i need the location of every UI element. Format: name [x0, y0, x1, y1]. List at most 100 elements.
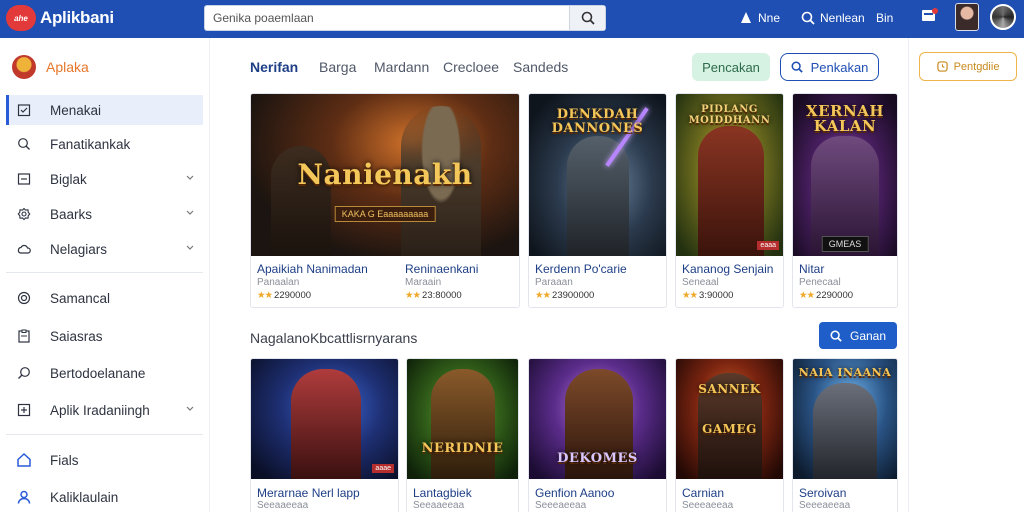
- orange-action-button[interactable]: Pentgdiie: [919, 52, 1017, 81]
- sidebar-item-menakai[interactable]: Menakai: [6, 95, 203, 125]
- sidebar: Aplaka Menakai Fanatikankak Biglak Baark…: [0, 38, 210, 512]
- game-art-title: XERNAH KALAN: [805, 102, 885, 135]
- game-art-badge: aaae: [372, 464, 394, 473]
- search-link-label: Nenlean: [820, 11, 865, 25]
- search-icon: [801, 11, 815, 25]
- tab-mardann[interactable]: Mardann: [374, 59, 429, 75]
- game-card[interactable]: DEKOMES Genfion Aanoo Seeeaeeaa: [528, 358, 667, 512]
- search-input[interactable]: [213, 9, 568, 27]
- sidebar-item-label: Aplik Iradaniingh: [50, 402, 150, 418]
- game-cover-art: XERNAH KALAN GMEAS: [793, 94, 897, 256]
- game-genre: Paraaan: [535, 277, 573, 288]
- game-art-badge: eaaa: [757, 241, 779, 250]
- game-genre: Panaalan: [257, 277, 300, 288]
- sidebar-item-baarks[interactable]: Baarks: [6, 199, 203, 229]
- game-title: Seroivan: [799, 486, 847, 500]
- tab-nerifan[interactable]: Nerifan: [250, 59, 298, 75]
- disc-icon: [16, 290, 32, 306]
- calendar-icon: [16, 102, 32, 118]
- home-icon: [16, 452, 32, 468]
- game-card[interactable]: aaae Merarnae Nerl lapp Seeaaeeaa: [250, 358, 399, 512]
- sidebar-item-label: Biglak: [50, 171, 87, 187]
- game-title: Lantagbiek: [413, 486, 472, 500]
- game-art-title: PIDLANG MOIDDHANN: [688, 104, 771, 126]
- game-title: Apaikiah Nanimadan: [257, 262, 368, 276]
- app-logo: ahe: [6, 5, 36, 31]
- sidebar-item-biglak[interactable]: Biglak: [6, 164, 203, 194]
- green-action-button[interactable]: Pencakan: [692, 53, 770, 81]
- game-cover-art: DENKDAH DANNONES: [529, 94, 666, 256]
- sidebar-item-label: Kaliklaulain: [50, 489, 119, 505]
- star-icon: ★★: [405, 290, 421, 301]
- game-art-title: SANNEK GAMEG: [698, 382, 761, 436]
- game-rating-value: 23:80000: [422, 290, 462, 301]
- game-art-title: NAIA INAANA: [798, 366, 892, 379]
- clock-icon: [936, 61, 948, 72]
- sidebar-item-samancal[interactable]: Samancal: [6, 283, 203, 313]
- game-genre: Seneaal: [682, 277, 719, 288]
- game-cover-art: Nanienakh KAKA G Eaaaaaaaaa: [251, 94, 519, 256]
- sidebar-header[interactable]: Aplaka: [12, 54, 89, 80]
- game-rating: ★★ 23900000: [535, 290, 594, 301]
- sidebar-item-label: Baarks: [50, 206, 93, 222]
- game-title: Merarnae Nerl lapp: [257, 486, 360, 500]
- game-card[interactable]: DENKDAH DANNONES Kerdenn Po'carie Paraaa…: [528, 93, 667, 308]
- tab-crecloee[interactable]: Crecloee: [443, 59, 499, 75]
- user-menu[interactable]: Nne: [739, 8, 780, 28]
- star-icon: ★★: [799, 290, 815, 301]
- sidebar-item-aplik-iradaniingh[interactable]: Aplik Iradaniingh: [6, 395, 203, 425]
- search-button[interactable]: [569, 6, 605, 30]
- tab-sandeds[interactable]: Sandeds: [513, 59, 568, 75]
- game-card[interactable]: Nanienakh KAKA G Eaaaaaaaaa Apaikiah Nan…: [250, 93, 520, 308]
- game-title: Genfion Aanoo: [535, 486, 615, 500]
- section-search-button[interactable]: Ganan: [819, 322, 897, 349]
- sidebar-item-bertodoelanane[interactable]: Bertodoelanane: [6, 358, 203, 388]
- sidebar-item-saiasras[interactable]: Saiasras: [6, 321, 203, 351]
- star-icon: ★★: [682, 290, 698, 301]
- game-card[interactable]: XERNAH KALAN GMEAS Nitar Penecaal ★★ 2290…: [792, 93, 898, 308]
- sidebar-divider: [6, 434, 203, 435]
- game-title: Kananog Senjain: [682, 262, 774, 276]
- game-art-subtitle: GMEAS: [821, 236, 869, 252]
- bin-label: Bin: [876, 11, 894, 25]
- header-search-link[interactable]: Nenlean: [801, 8, 865, 28]
- sidebar-item-label: Saiasras: [50, 328, 103, 344]
- chevron-down-icon: [186, 175, 194, 180]
- game-logo-icon: [12, 55, 36, 79]
- game-card[interactable]: SANNEK GAMEG Carnian Seeeaeeaa: [675, 358, 784, 512]
- orange-action-label: Pentgdiie: [953, 60, 1000, 73]
- top-bar: ahe Aplikbani Nne Nenlean Bin: [0, 0, 1024, 38]
- star-icon: ★★: [535, 290, 551, 301]
- tab-barga[interactable]: Barga: [319, 59, 356, 75]
- sidebar-item-label: Menakai: [50, 102, 102, 118]
- section-search-label: Ganan: [849, 328, 887, 343]
- outline-search-button[interactable]: Penkakan: [780, 53, 879, 81]
- gear-icon: [16, 206, 32, 222]
- game-card[interactable]: NERIDNIE Lantagbiek Seeaaeeaa: [406, 358, 519, 512]
- game-rating-value: 23900000: [552, 290, 595, 301]
- sidebar-item-fials[interactable]: Fials: [6, 445, 203, 475]
- search-icon: [830, 330, 842, 342]
- game-cover-art: aaae: [251, 359, 398, 479]
- game-genre: Seeeaeeaa: [682, 500, 734, 511]
- game-rating: ★★ 3:90000: [682, 290, 733, 301]
- game-title: Kerdenn Po'carie: [535, 262, 627, 276]
- game-genre: Seeeaeeaa: [799, 500, 851, 511]
- chevron-down-icon: [186, 210, 194, 215]
- cloud-icon: [16, 241, 32, 257]
- bin-link[interactable]: Bin: [876, 8, 893, 28]
- avatar[interactable]: [955, 3, 979, 31]
- game-card[interactable]: NAIA INAANA Seroivan Seeeaeeaa: [792, 358, 898, 512]
- profile-avatar[interactable]: [990, 4, 1016, 30]
- game-title: Carnian: [682, 486, 725, 500]
- game-rating-value: 2290000: [274, 290, 312, 301]
- sidebar-item-fanatikankak[interactable]: Fanatikankak: [6, 129, 203, 159]
- sidebar-item-nelagiars[interactable]: Nelagiars: [6, 234, 203, 264]
- brand[interactable]: ahe Aplikbani: [6, 3, 114, 33]
- notification-icon[interactable]: [922, 8, 938, 22]
- sidebar-item-kaliklaulain[interactable]: Kaliklaulain: [6, 482, 203, 512]
- chevron-down-icon: [186, 245, 194, 250]
- box-icon: [16, 171, 32, 187]
- sidebar-item-label: Samancal: [50, 290, 111, 306]
- game-card[interactable]: PIDLANG MOIDDHANN eaaa Kananog Senjain S…: [675, 93, 784, 308]
